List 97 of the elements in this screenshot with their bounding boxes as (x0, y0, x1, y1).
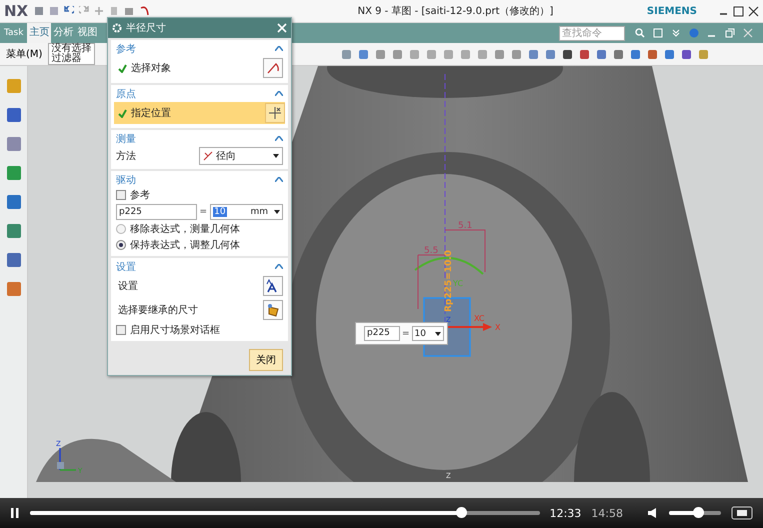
point-icon (268, 106, 282, 120)
save-all-icon[interactable] (49, 6, 60, 16)
gear-icon (112, 23, 122, 33)
x-axis-arrow (446, 323, 492, 331)
radio-label: 保持表达式，调整几何体 (130, 238, 241, 252)
maximize-icon[interactable] (733, 6, 744, 16)
navigator-icon[interactable] (6, 252, 22, 268)
restore-icon[interactable] (725, 28, 735, 38)
tool-icon[interactable] (613, 48, 624, 60)
checkbox-label: 参考 (130, 188, 151, 202)
caret-icon[interactable] (275, 264, 283, 269)
search-field[interactable]: 查找命令 (559, 26, 625, 40)
selection-button[interactable] (265, 103, 285, 123)
chevron-icon[interactable] (671, 28, 681, 38)
tool-icon[interactable] (664, 48, 676, 60)
axis-label: XC (474, 314, 484, 323)
dropdown-arrow-icon (274, 210, 280, 214)
checkbox[interactable] (116, 325, 126, 335)
menu-button[interactable]: 菜单(M) (6, 47, 42, 61)
value-field[interactable]: 10 mm (210, 204, 283, 220)
expression-name-field[interactable]: p225 (364, 326, 400, 341)
close-icon[interactable] (748, 6, 759, 16)
brand-name: SIEMENS (646, 6, 697, 16)
elapsed-time: 12:33 (550, 506, 582, 520)
caret-icon[interactable] (275, 46, 283, 51)
pause-icon[interactable] (10, 507, 20, 519)
arc-icon[interactable] (139, 5, 152, 17)
cut-icon[interactable] (94, 6, 104, 16)
navigator-icon[interactable] (6, 281, 22, 297)
fullscreen-icon[interactable] (731, 506, 753, 520)
app-logo: NX (4, 2, 28, 20)
window-icon[interactable] (653, 28, 663, 38)
settings-button[interactable] (263, 276, 283, 296)
radius-label: Rp225=10.0 (444, 250, 454, 312)
field-label: 选择要继承的尺寸 (118, 304, 199, 317)
ribbon-tab[interactable]: 主页 (27, 23, 52, 43)
search-icon[interactable] (635, 28, 645, 38)
radio-button[interactable] (116, 240, 126, 250)
section-title: 参考 (116, 42, 136, 56)
axis-label: YC (453, 279, 464, 288)
side-hole (171, 412, 241, 482)
section-title: 驱动 (116, 174, 136, 186)
radio-label: 移除表达式，测量几何体 (130, 222, 241, 236)
progress-thumb[interactable] (456, 507, 468, 518)
caret-icon[interactable] (275, 91, 283, 96)
tool-icon[interactable] (579, 48, 590, 60)
section-title: 原点 (116, 88, 136, 100)
checkbox[interactable] (116, 190, 126, 200)
save-icon[interactable] (34, 6, 44, 16)
navigator-icon[interactable] (6, 194, 22, 210)
navigator-icon[interactable] (6, 223, 22, 239)
paste-icon[interactable] (124, 6, 134, 16)
equals-sign: = (402, 328, 410, 338)
filter-dropdown[interactable]: 没有选择过滤器 (48, 43, 96, 65)
axis-label: X (495, 323, 500, 332)
tool-icon[interactable] (596, 48, 608, 60)
settings-button[interactable] (263, 300, 283, 320)
axis-triad-drawing (57, 448, 76, 471)
speaker-icon[interactable] (647, 507, 659, 519)
close-button[interactable]: 关闭 (249, 349, 283, 371)
expression-name-field[interactable]: p225 (116, 204, 197, 220)
section-title: 测量 (116, 132, 136, 146)
tool-icon[interactable] (630, 48, 642, 60)
inherit-icon (266, 303, 280, 317)
window-title: NX 9 - 草图 - [saiti-12-9.0.prt（修改的）] (356, 4, 554, 18)
field-label: 设置 (118, 280, 139, 293)
radial-icon (203, 151, 213, 161)
section-title: 设置 (116, 260, 136, 274)
radio-button[interactable] (116, 224, 126, 234)
navigator-icon[interactable] (6, 165, 22, 181)
arc-icon (266, 61, 280, 75)
dimension-text: 5.5 (424, 246, 438, 256)
value-dropdown[interactable]: 10 (412, 326, 444, 341)
dropdown-arrow-icon (434, 332, 441, 336)
field-label: 选择对象 (131, 62, 172, 75)
dropdown-arrow-icon (273, 154, 279, 158)
volume-thumb[interactable] (692, 507, 704, 518)
field-label: 指定位置 (131, 106, 172, 120)
copy-icon[interactable] (109, 6, 120, 16)
checkbox-label: 启用尺寸场景对话框 (130, 324, 221, 337)
selection-row[interactable]: 指定位置 (114, 102, 285, 124)
navigator-icon[interactable] (6, 107, 22, 123)
method-dropdown[interactable]: 径向 (199, 147, 283, 165)
undo-icon[interactable] (64, 6, 74, 16)
dimension-text: 5.1 (458, 221, 472, 231)
tool-icon[interactable] (681, 48, 692, 60)
caret-icon[interactable] (275, 177, 283, 182)
dialog-title: 半径尺寸 (126, 22, 167, 35)
equals-sign: = (200, 207, 208, 217)
navigator-icon[interactable] (6, 136, 22, 152)
duration-time: 14:58 (591, 506, 623, 520)
field-label: 方法 (116, 150, 137, 163)
redo-icon[interactable] (79, 6, 90, 16)
selection-button[interactable] (263, 58, 283, 78)
tool-icon[interactable] (647, 48, 658, 60)
tool-icon[interactable] (562, 48, 574, 60)
caret-icon[interactable] (275, 136, 283, 141)
